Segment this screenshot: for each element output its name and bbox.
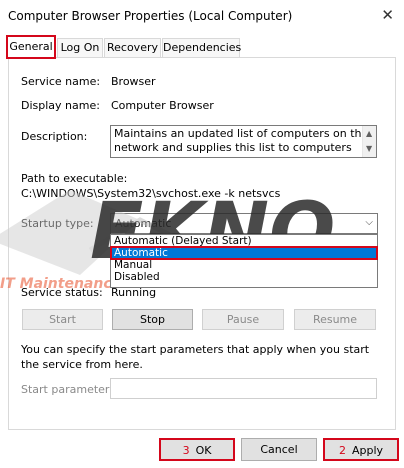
- ok-label: OK: [195, 444, 212, 457]
- scroll-down-icon[interactable]: ▼: [366, 142, 372, 156]
- display-name-label: Display name:: [21, 99, 100, 112]
- apply-button[interactable]: 2 Apply: [323, 438, 399, 461]
- apply-label: Apply: [351, 444, 384, 457]
- startup-type-options: Automatic (Delayed Start) Automatic Manu…: [110, 234, 378, 288]
- option-manual[interactable]: Manual: [111, 259, 377, 271]
- description-text: Maintains an updated list of computers o…: [114, 127, 369, 154]
- option-automatic[interactable]: Automatic: [110, 246, 378, 260]
- ok-step-number: 3: [182, 444, 190, 457]
- description-scrollbar[interactable]: ▲ ▼: [362, 126, 376, 157]
- stop-button[interactable]: Stop: [112, 309, 193, 330]
- path-label: Path to executable:: [21, 172, 128, 185]
- start-params-help: You can specify the start parameters tha…: [21, 343, 370, 371]
- startup-type-label: Startup type:: [21, 217, 94, 230]
- start-params-input[interactable]: [110, 378, 377, 399]
- scroll-up-icon[interactable]: ▲: [366, 127, 372, 141]
- service-name-label: Service name:: [21, 75, 101, 88]
- tab-log-on[interactable]: Log On: [57, 38, 103, 58]
- service-status-label: Service status:: [21, 286, 103, 299]
- startup-type-dropdown[interactable]: Automatic ⌵: [110, 213, 378, 234]
- startup-type-value: Automatic: [115, 217, 172, 230]
- service-name-value: Browser: [111, 75, 156, 88]
- description-label: Description:: [21, 130, 88, 143]
- option-automatic-delayed[interactable]: Automatic (Delayed Start): [111, 235, 377, 247]
- tab-general[interactable]: General: [6, 35, 56, 59]
- service-status-value: Running: [111, 286, 157, 299]
- apply-step-number: 2: [338, 444, 346, 457]
- tab-dependencies[interactable]: Dependencies: [162, 38, 241, 58]
- chevron-down-icon: ⌵: [365, 217, 373, 228]
- pause-button[interactable]: Pause: [202, 309, 284, 330]
- tab-strip: General Log On Recovery Dependencies: [0, 32, 404, 59]
- window-title: Computer Browser Properties (Local Compu…: [8, 9, 293, 23]
- resume-button[interactable]: Resume: [294, 309, 376, 330]
- start-params-label: Start parameters:: [21, 383, 119, 396]
- description-box[interactable]: Maintains an updated list of computers o…: [110, 125, 377, 158]
- start-button[interactable]: Start: [22, 309, 103, 330]
- cancel-button[interactable]: Cancel: [241, 438, 317, 461]
- tab-recovery[interactable]: Recovery: [104, 38, 161, 58]
- close-icon[interactable]: ✕: [381, 6, 394, 24]
- option-disabled[interactable]: Disabled: [111, 271, 377, 283]
- display-name-value: Computer Browser: [111, 99, 214, 112]
- ok-button[interactable]: 3 OK: [159, 438, 235, 461]
- path-value: C:\WINDOWS\System32\svchost.exe -k netsv…: [21, 187, 281, 200]
- title-bar: Computer Browser Properties (Local Compu…: [0, 0, 404, 32]
